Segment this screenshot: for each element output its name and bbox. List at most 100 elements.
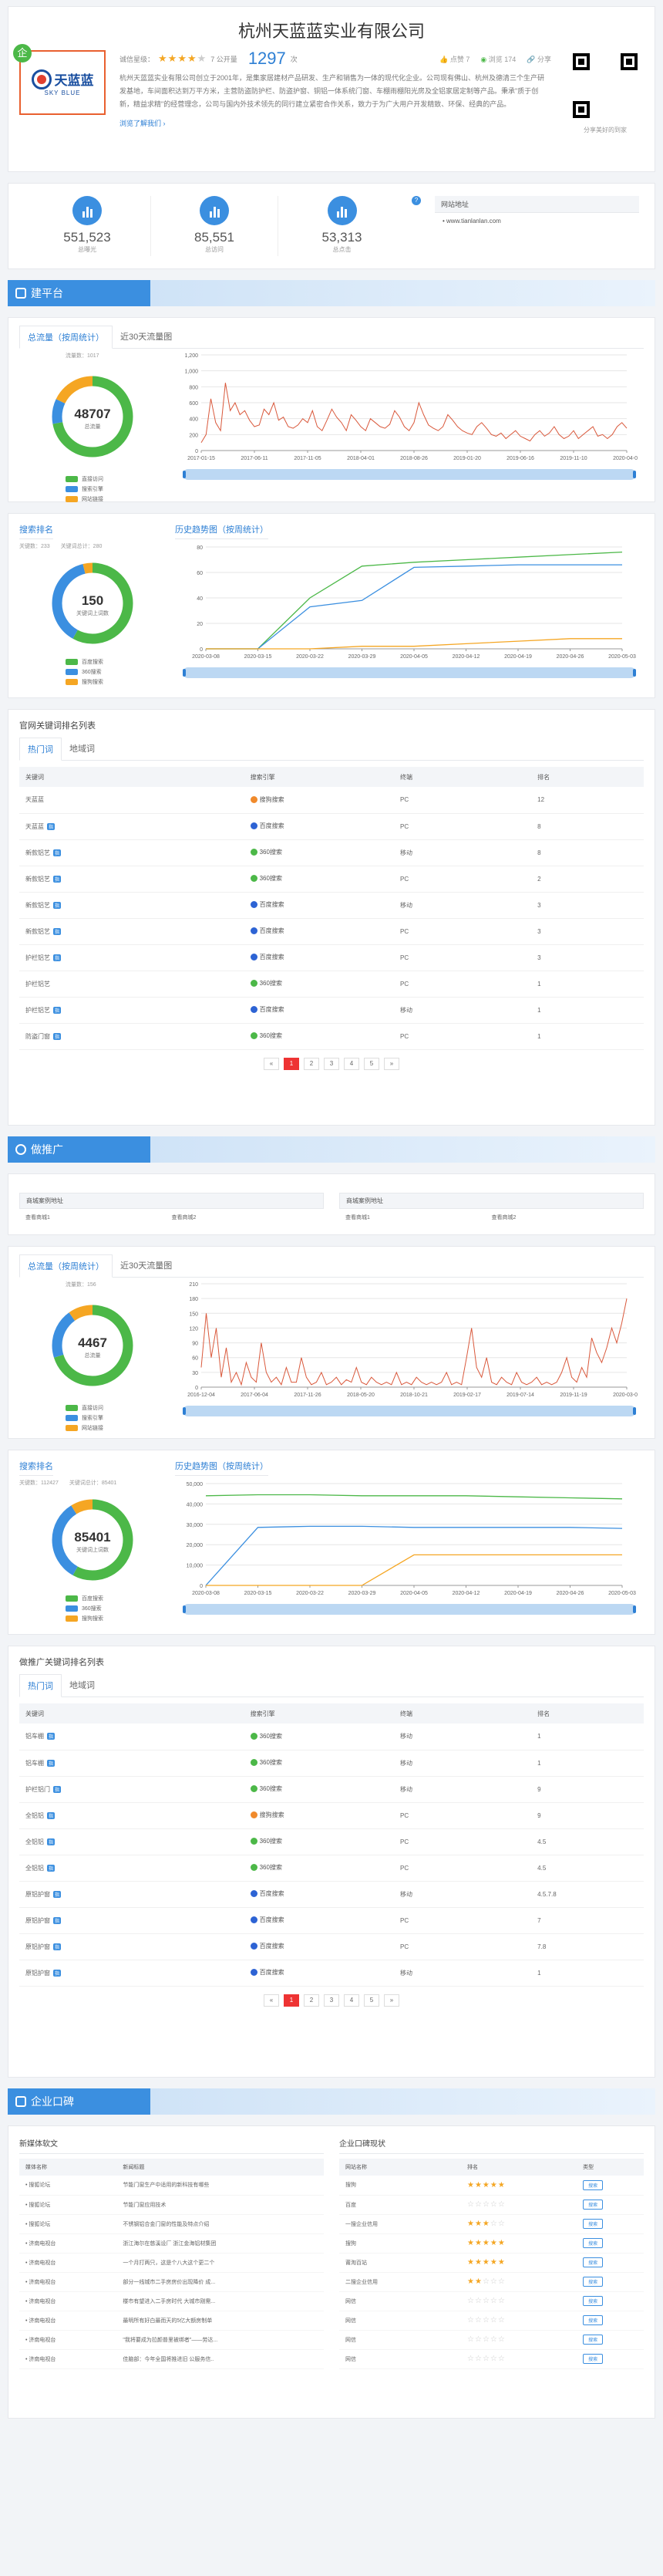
page-button[interactable]: 1: [284, 1057, 299, 1070]
rank-cell: 7: [531, 1907, 644, 1934]
type-button[interactable]: 搜索: [583, 2277, 604, 2287]
type-button[interactable]: 搜索: [583, 2238, 604, 2248]
tab-30days-traffic[interactable]: 近30天流量图: [113, 326, 180, 348]
news-title-link[interactable]: 佳脑部：今年全国将推进旧 公服务信..: [116, 2349, 324, 2369]
keyword-cell: 新款铝艺指: [19, 892, 244, 919]
history-series-line: [206, 564, 622, 650]
company-header-card: 杭州天蓝蓝实业有限公司 企 天蓝蓝 SKY BLUE 诚信星级： ★★★★★ 7…: [8, 6, 655, 172]
engine-cell: 搜狗搜索: [244, 1802, 394, 1829]
type-button[interactable]: 搜索: [583, 2200, 604, 2210]
keyword-cell: 护栏铝门指: [19, 1776, 244, 1803]
media-row[interactable]: • 济南电视台 部分一线城市二手房房价出现降价 成...: [19, 2272, 324, 2292]
type-button[interactable]: 搜索: [583, 2315, 604, 2325]
rating-label: 诚信星级：: [119, 55, 155, 63]
index-badge: 指: [47, 1838, 56, 1845]
share-button[interactable]: 🔗 分享: [527, 54, 551, 64]
y-tick-label: 0: [200, 647, 203, 653]
page-button[interactable]: 2: [304, 1057, 319, 1070]
site-address-header: 网站地址: [435, 196, 639, 213]
page-button[interactable]: 5: [364, 1057, 379, 1070]
type-button[interactable]: 搜索: [583, 2354, 604, 2364]
case-link[interactable]: 查看商城2: [172, 1214, 318, 1221]
donut-total: 150: [82, 593, 103, 608]
terminal-cell: 移动: [393, 892, 532, 919]
x-tick-label: 2020-03-08: [613, 1393, 638, 1398]
media-row[interactable]: • 济南电视台 一个月打两只，这是个八大这个更二个: [19, 2253, 324, 2273]
type-button[interactable]: 搜索: [583, 2219, 604, 2229]
reputation-row: 二搜企业信用 ★★☆☆☆ 搜索: [339, 2272, 644, 2292]
type-button[interactable]: 搜索: [583, 2257, 604, 2267]
page-button[interactable]: 4: [344, 1057, 359, 1070]
page-button[interactable]: »: [384, 1994, 399, 2007]
tab-30days-traffic[interactable]: 近30天流量图: [113, 1254, 180, 1277]
media-row[interactable]: • 济南电视台 楼市有望进入二手房时代 大城市刚需...: [19, 2291, 324, 2311]
case-link[interactable]: 查看商城1: [25, 1214, 172, 1221]
media-row[interactable]: • 搜狐论坛 不锈钢铝合金门窗的性能及特点介绍: [19, 2214, 324, 2234]
news-title-link[interactable]: 最明所有好白最而天的5亿大额房制单: [116, 2311, 324, 2331]
news-title-link[interactable]: 一个月打两只，这是个八大这个更二个: [116, 2253, 324, 2273]
site-url-link[interactable]: • www.tianlanlan.com: [435, 213, 639, 229]
site-name: 百度: [339, 2195, 461, 2215]
tab-weekly-traffic[interactable]: 总流量（按周统计）: [19, 1254, 113, 1278]
media-row[interactable]: • 济南电视台 佳脑部：今年全国将推进旧 公服务信..: [19, 2349, 324, 2369]
index-badge: 指: [53, 1006, 62, 1014]
y-tick-label: 800: [189, 385, 198, 390]
news-title-link[interactable]: 部分一线城市二手房房价出现降价 成...: [116, 2272, 324, 2292]
media-row[interactable]: • 济南电视台 最明所有好白最而天的5亿大额房制单: [19, 2311, 324, 2331]
y-tick-label: 90: [192, 1342, 198, 1347]
rank-cell: 3: [531, 918, 644, 945]
tab-region-words[interactable]: 地域词: [62, 1674, 103, 1697]
tab-hot-words[interactable]: 热门词: [19, 1674, 62, 1697]
news-title-link[interactable]: 节能门窗生产中适用的新科技有哪些: [116, 2176, 324, 2196]
keyword-cell: 全铝铝指: [19, 1828, 244, 1855]
media-row[interactable]: • 济南电视台 浙江海尔在慈溪设厂 浙江金海铝材集团: [19, 2233, 324, 2254]
news-title-link[interactable]: 楼市有望进入二手房时代 大城市刚需...: [116, 2291, 324, 2311]
news-title-link[interactable]: 节能门窗应用技术: [116, 2195, 324, 2215]
help-icon[interactable]: ?: [412, 196, 421, 205]
zoom-slider[interactable]: [183, 667, 636, 678]
case-link[interactable]: 查看商城1: [345, 1214, 492, 1221]
type-button[interactable]: 搜索: [583, 2296, 604, 2306]
type-button[interactable]: 搜索: [583, 2335, 604, 2345]
page-button[interactable]: »: [384, 1057, 399, 1070]
y-tick-label: 180: [189, 1297, 198, 1302]
tab-region-words[interactable]: 地域词: [62, 738, 103, 760]
page-button[interactable]: 4: [344, 1994, 359, 2007]
index-badge: 指: [47, 822, 56, 830]
more-link[interactable]: 浏览了解我们 ›: [119, 118, 551, 128]
media-row[interactable]: • 搜狐论坛 节能门窗生产中适用的新科技有哪些: [19, 2176, 324, 2196]
type-button[interactable]: 搜索: [583, 2179, 604, 2190]
news-title-link[interactable]: "我将要成为拉颜普里被绑者"——劳达...: [116, 2330, 324, 2350]
page-button[interactable]: «: [264, 1994, 279, 2007]
page-button[interactable]: 3: [324, 1057, 339, 1070]
engine-cell: 百度搜索: [244, 997, 394, 1024]
rank-cell: 8: [531, 839, 644, 866]
page-button[interactable]: «: [264, 1057, 279, 1070]
traffic-line-chart: 0 200 400 600 800 1,000 1,200 2017-01-15 2017-06…: [184, 353, 641, 461]
page-button[interactable]: 3: [324, 1994, 339, 2007]
tab-weekly-traffic[interactable]: 总流量（按周统计）: [19, 326, 113, 349]
tab-hot-words[interactable]: 热门词: [19, 738, 62, 761]
media-row[interactable]: • 济南电视台 "我将要成为拉颜普里被绑者"——劳达...: [19, 2330, 324, 2350]
x-tick-label: 2018-05-20: [347, 1393, 375, 1398]
news-title-link[interactable]: 浙江海尔在慈溪设厂 浙江金海铝材集团: [116, 2233, 324, 2254]
case-link[interactable]: 查看商城2: [492, 1214, 638, 1221]
build-traffic-panel: 总流量（按周统计） 近30天流量图 流量数：1017 48707 总流量 直接访问…: [8, 317, 655, 502]
page-button[interactable]: 1: [284, 1994, 299, 2007]
logo-circle-icon: [31, 69, 52, 89]
x-tick-label: 2020-03-08: [192, 1591, 220, 1596]
page-button[interactable]: 5: [364, 1994, 379, 2007]
rank-cell: 1: [531, 997, 644, 1024]
x-tick-label: 2020-04-05: [613, 456, 638, 461]
zoom-slider[interactable]: [183, 1406, 636, 1416]
rating-stars: ☆☆☆☆☆: [461, 2291, 577, 2311]
like-button[interactable]: 👍 点赞 7: [439, 54, 469, 64]
zoom-slider[interactable]: [183, 469, 636, 480]
page-button[interactable]: 2: [304, 1994, 319, 2007]
stat-visits: 85,551 总访问: [151, 196, 278, 256]
engine-logo-icon: [250, 1890, 257, 1897]
news-title-link[interactable]: 不锈钢铝合金门窗的性能及特点介绍: [116, 2214, 324, 2234]
media-row[interactable]: • 搜狐论坛 节能门窗应用技术: [19, 2195, 324, 2215]
rating-stars: ☆☆☆☆☆: [461, 2311, 577, 2331]
zoom-slider[interactable]: [183, 1604, 636, 1615]
